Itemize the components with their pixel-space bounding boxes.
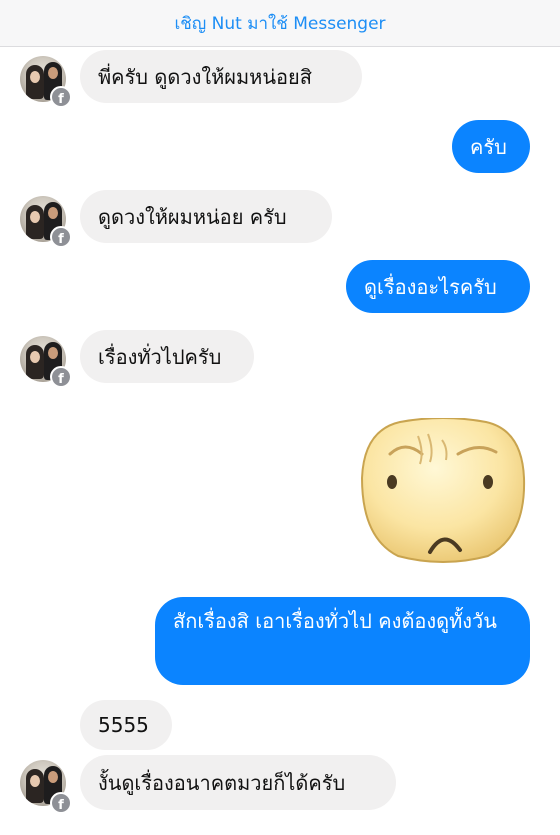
invite-banner[interactable]: เชิญ Nut มาใช้ Messenger	[0, 0, 560, 47]
incoming-message-bubble[interactable]: ดูดวงให้ผมหน่อย ครับ	[80, 190, 332, 243]
facebook-icon: f	[50, 226, 72, 248]
facebook-icon: f	[50, 792, 72, 814]
sticker-eye-left	[387, 475, 397, 489]
incoming-message-bubble[interactable]: งั้นดูเรื่องอนาคตมวยก็ได้ครับ	[80, 755, 396, 810]
sticker-eye-right	[483, 475, 493, 489]
outgoing-message-bubble[interactable]: สักเรื่องสิ เอาเรื่องทั่วไป คงต้องดูทั้ง…	[155, 597, 530, 685]
incoming-message-bubble[interactable]: พี่ครับ ดูดวงให้ผมหน่อยสิ	[80, 50, 362, 103]
messenger-chat-screen: เชิญ Nut มาใช้ Messenger f พี่ครับ ดูดวง…	[0, 0, 560, 835]
facebook-icon: f	[50, 366, 72, 388]
invite-banner-text[interactable]: เชิญ Nut มาใช้ Messenger	[174, 10, 385, 37]
facebook-icon: f	[50, 86, 72, 108]
incoming-message-bubble[interactable]: เรื่องทั่วไปครับ	[80, 330, 254, 383]
worried-face-sticker[interactable]	[360, 418, 526, 564]
incoming-message-bubble[interactable]: 5555	[80, 700, 172, 750]
outgoing-message-bubble[interactable]: ครับ	[452, 120, 530, 173]
outgoing-message-bubble[interactable]: ดูเรื่องอะไรครับ	[346, 260, 530, 313]
